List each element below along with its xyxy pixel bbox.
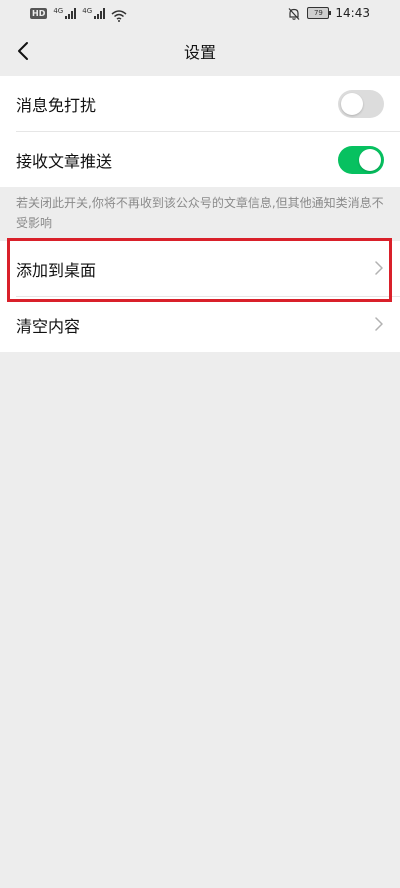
signal-icon	[65, 7, 77, 19]
add-to-desktop-label: 添加到桌面	[16, 260, 97, 280]
setting-row-receive-articles: 接收文章推送	[0, 132, 400, 187]
chevron-right-icon	[374, 316, 384, 332]
actions-group: 添加到桌面 清空内容	[0, 241, 400, 352]
clear-content-label: 清空内容	[16, 316, 81, 336]
toggle-knob	[341, 93, 363, 115]
cell-signal-2: 4G	[82, 6, 106, 19]
battery-icon: 79	[307, 7, 332, 19]
receive-articles-toggle[interactable]	[338, 146, 384, 174]
signal-icon	[94, 7, 106, 19]
clock-time: 14:43	[335, 6, 370, 20]
clear-content-row[interactable]: 清空内容	[0, 297, 400, 352]
notification-settings-group: 消息免打扰 接收文章推送	[0, 76, 400, 187]
receive-articles-note: 若关闭此开关,你将不再收到该公众号的文章信息,但其他通知类消息不受影响	[16, 196, 384, 230]
nav-bar: 设置	[0, 28, 400, 74]
network-type-label: 4G	[53, 6, 64, 15]
mute-label: 消息免打扰	[16, 95, 97, 115]
status-bar: HD 4G 4G 79 14:43	[0, 0, 400, 28]
network-type-label: 4G	[82, 6, 93, 15]
mute-toggle[interactable]	[338, 90, 384, 118]
receive-articles-label: 接收文章推送	[16, 151, 113, 171]
bell-muted-icon	[287, 6, 301, 20]
add-to-desktop-row[interactable]: 添加到桌面	[0, 241, 400, 296]
cell-signal-1: 4G	[53, 6, 77, 19]
status-left: HD 4G 4G	[30, 6, 127, 22]
wifi-icon	[111, 7, 127, 22]
toggle-knob	[359, 149, 381, 171]
status-right: 79 14:43	[287, 6, 370, 20]
setting-row-mute: 消息免打扰	[0, 76, 400, 131]
hd-badge: HD	[30, 7, 48, 19]
chevron-right-icon	[374, 260, 384, 276]
page-title: 设置	[183, 43, 216, 62]
